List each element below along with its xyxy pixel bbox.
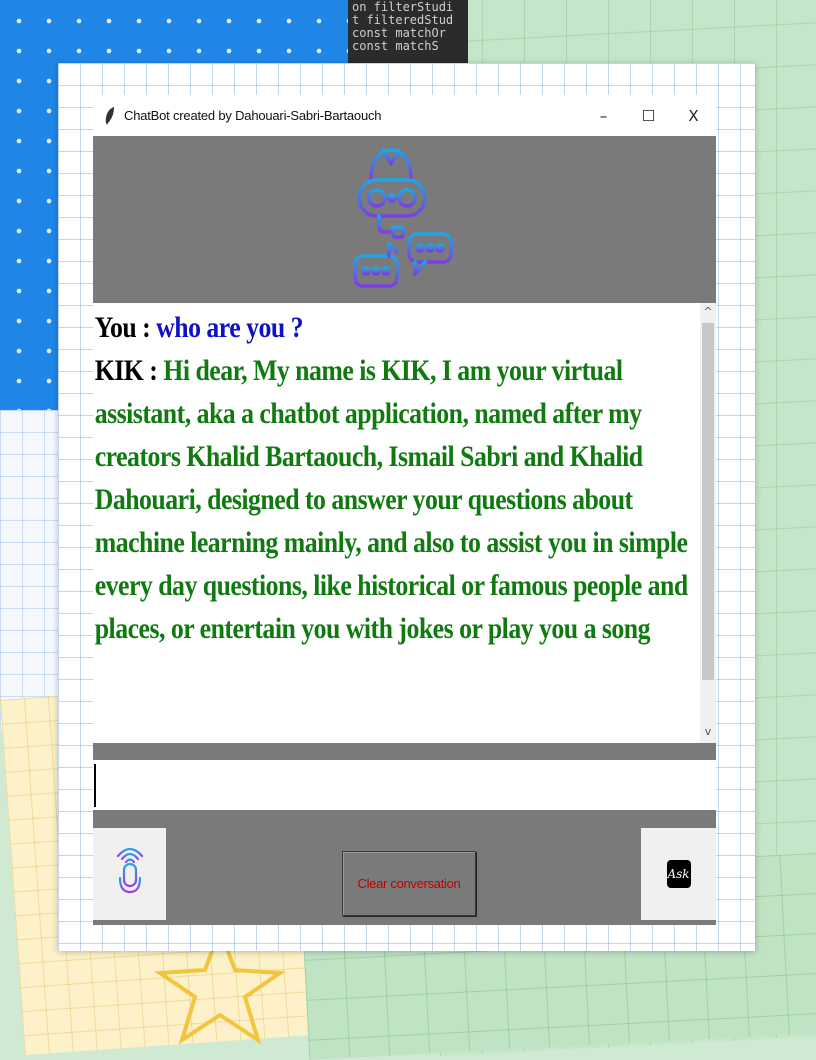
feather-icon [105, 106, 114, 125]
chat-transcript[interactable]: You : who are you ? KIK : Hi dear, My na… [93, 303, 700, 743]
robot-chat-logo-icon [353, 148, 453, 288]
chat-text-body: You : who are you ? KIK : Hi dear, My na… [93, 303, 698, 650]
message-input[interactable] [93, 760, 716, 810]
close-button[interactable]: X [671, 95, 716, 136]
user-message: who are you ? [156, 311, 304, 344]
clear-conversation-button[interactable]: Clear conversation [342, 851, 476, 916]
chat-scrollbar[interactable]: ^ v [700, 303, 716, 743]
separator-band [93, 743, 716, 760]
message-input-row [93, 760, 716, 810]
microphone-icon [116, 847, 143, 904]
bottom-toolbar: Clear conversation Ask [93, 810, 716, 925]
background-code-snippet: on filterStudi t filteredStud const matc… [348, 0, 468, 70]
header-panel [93, 136, 716, 303]
bot-speaker-label: KIK : [94, 354, 158, 387]
maximize-button[interactable]: ☐ [626, 95, 671, 136]
title-bar[interactable]: ChatBot created by Dahouari-Sabri-Bartao… [93, 95, 716, 136]
scrollbar-thumb[interactable] [702, 323, 714, 680]
scroll-down-icon[interactable]: v [700, 723, 716, 741]
bot-message: Hi dear, My name is KIK, I am your virtu… [94, 354, 688, 645]
scroll-up-icon[interactable]: ^ [700, 303, 716, 321]
text-caret [94, 764, 96, 807]
ask-button[interactable]: Ask [641, 828, 716, 920]
microphone-button[interactable] [93, 828, 166, 920]
window-title: ChatBot created by Dahouari-Sabri-Bartao… [124, 108, 382, 123]
user-speaker-label: You : [94, 311, 151, 344]
minimize-button[interactable]: – [581, 95, 626, 136]
chatbot-window: ChatBot created by Dahouari-Sabri-Bartao… [93, 95, 716, 925]
ask-icon: Ask [666, 860, 691, 888]
